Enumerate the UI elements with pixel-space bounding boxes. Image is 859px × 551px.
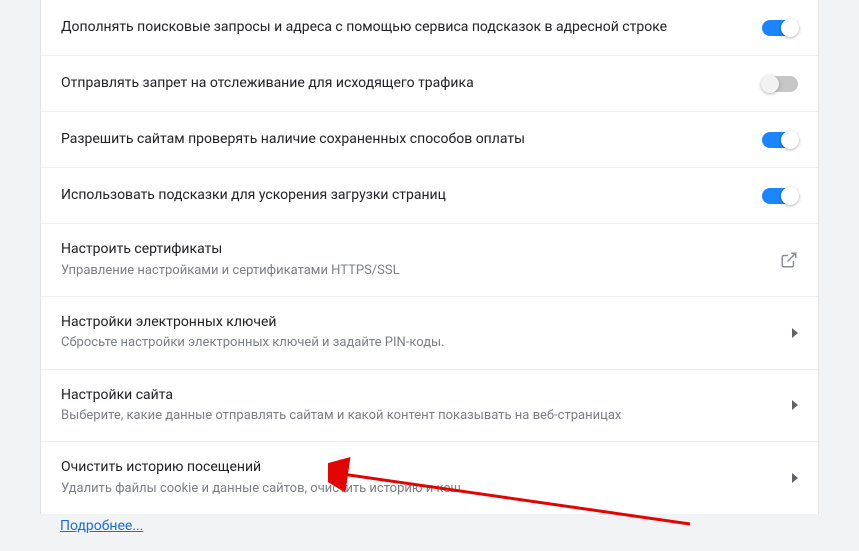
chevron-right-icon bbox=[792, 473, 798, 483]
chevron-right-icon bbox=[792, 400, 798, 410]
row-title: Дополнять поисковые запросы и адреса с п… bbox=[61, 18, 746, 38]
toggle-payment-methods[interactable] bbox=[762, 132, 798, 148]
chevron-right-icon bbox=[792, 328, 798, 338]
row-text: Настройки сайта Выберите, какие данные о… bbox=[61, 386, 792, 426]
settings-panel: Дополнять поисковые запросы и адреса с п… bbox=[40, 0, 819, 514]
setting-row-clear-history[interactable]: Очистить историю посещений Удалить файлы… bbox=[41, 442, 818, 514]
row-text: Дополнять поисковые запросы и адреса с п… bbox=[61, 18, 762, 38]
row-text: Разрешить сайтам проверять наличие сохра… bbox=[61, 130, 762, 150]
toggle-preload-hints[interactable] bbox=[762, 188, 798, 204]
row-subtitle: Управление настройками и сертификатами H… bbox=[61, 262, 764, 280]
row-subtitle: Сбросьте настройки электронных ключей и … bbox=[61, 334, 776, 352]
row-title: Использовать подсказки для ускорения заг… bbox=[61, 186, 746, 206]
row-title: Настройки электронных ключей bbox=[61, 313, 776, 333]
external-link-icon bbox=[780, 251, 798, 269]
row-title: Разрешить сайтам проверять наличие сохра… bbox=[61, 130, 746, 150]
setting-row-preload-hints[interactable]: Использовать подсказки для ускорения заг… bbox=[41, 168, 818, 224]
row-text: Отправлять запрет на отслеживание для ис… bbox=[61, 74, 762, 94]
toggle-do-not-track[interactable] bbox=[762, 76, 798, 92]
row-subtitle: Удалить файлы cookie и данные сайтов, оч… bbox=[61, 480, 776, 498]
learn-more-link[interactable]: Подробнее... bbox=[0, 514, 143, 534]
setting-row-certificates[interactable]: Настроить сертификаты Управление настрой… bbox=[41, 224, 818, 297]
setting-row-do-not-track[interactable]: Отправлять запрет на отслеживание для ис… bbox=[41, 56, 818, 112]
setting-row-autocomplete[interactable]: Дополнять поисковые запросы и адреса с п… bbox=[41, 0, 818, 56]
setting-row-payment-methods[interactable]: Разрешить сайтам проверять наличие сохра… bbox=[41, 112, 818, 168]
row-title: Настроить сертификаты bbox=[61, 240, 764, 260]
toggle-autocomplete[interactable] bbox=[762, 20, 798, 36]
row-title: Настройки сайта bbox=[61, 386, 776, 406]
row-title: Очистить историю посещений bbox=[61, 458, 776, 478]
row-title: Отправлять запрет на отслеживание для ис… bbox=[61, 74, 746, 94]
row-text: Использовать подсказки для ускорения заг… bbox=[61, 186, 762, 206]
row-text: Очистить историю посещений Удалить файлы… bbox=[61, 458, 792, 498]
row-text: Настроить сертификаты Управление настрой… bbox=[61, 240, 780, 280]
row-text: Настройки электронных ключей Сбросьте на… bbox=[61, 313, 792, 353]
setting-row-security-keys[interactable]: Настройки электронных ключей Сбросьте на… bbox=[41, 297, 818, 370]
row-subtitle: Выберите, какие данные отправлять сайтам… bbox=[61, 407, 776, 425]
setting-row-site-settings[interactable]: Настройки сайта Выберите, какие данные о… bbox=[41, 370, 818, 443]
